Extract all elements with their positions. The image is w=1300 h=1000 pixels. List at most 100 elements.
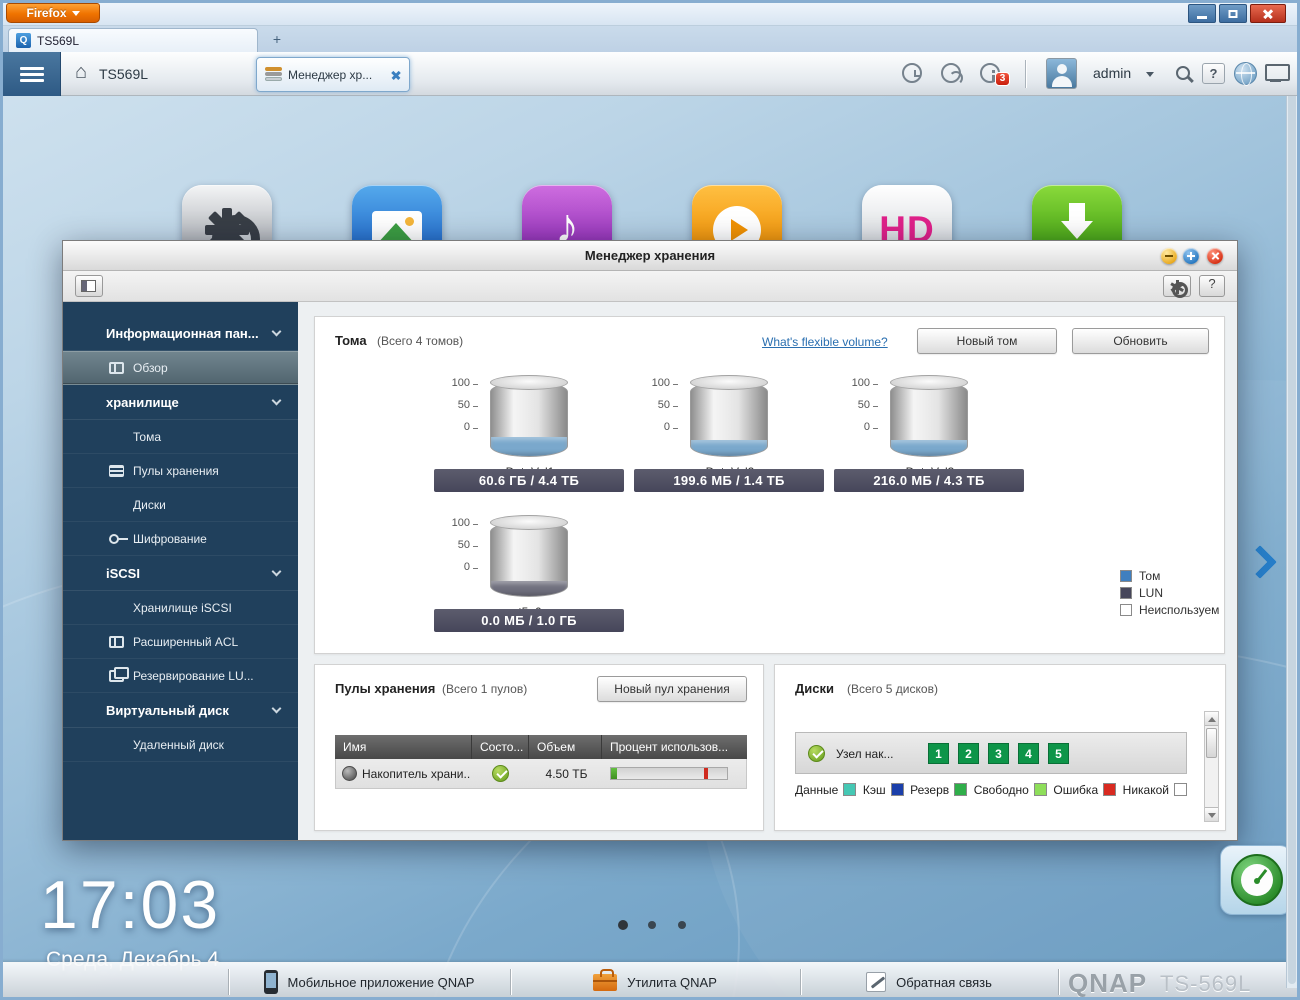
avatar[interactable] (1046, 58, 1077, 89)
disk-slot-1[interactable]: 1 (928, 743, 949, 764)
window-minimize-button[interactable] (1161, 248, 1177, 264)
clock-icon (902, 63, 922, 83)
column-size: Объем (529, 735, 602, 759)
qnap-topbar: TS569L Менеджер хр... 3 admin ? (3, 52, 1297, 96)
sidebar-section-virtual-disk[interactable]: Виртуальный диск (63, 693, 298, 728)
disk-slot-2[interactable]: 2 (958, 743, 979, 764)
app-tab-close-icon[interactable] (390, 69, 402, 81)
disks-title: Диски (795, 681, 834, 696)
column-status: Состо... (472, 735, 529, 759)
settings-button[interactable] (1163, 275, 1191, 298)
scrollbar[interactable] (1204, 711, 1219, 822)
pager-dot[interactable] (648, 921, 656, 929)
scrollbar-thumb[interactable] (1206, 728, 1217, 758)
sidebar-item-iscsi-storage[interactable]: Хранилище iSCSI (63, 591, 298, 625)
key-icon (109, 534, 128, 544)
sidebar-item-overview[interactable]: Обзор (63, 351, 298, 385)
browser-tab-ts569l[interactable]: TS569L (8, 28, 258, 52)
sidebar-section-iscsi[interactable]: iSCSI (63, 556, 298, 591)
new-tab-button[interactable]: + (264, 30, 290, 49)
storage-manager-icon (265, 67, 282, 83)
volume-cylinder (490, 515, 568, 597)
sidebar-item-volumes[interactable]: Тома (63, 420, 298, 454)
language-globe-icon[interactable] (1234, 62, 1257, 86)
pools-table-header: Имя Состо... Объем Процент использов... (335, 735, 747, 759)
volume-capacity-badge: 60.6 ГБ / 4.4 ТБ (434, 469, 624, 492)
pencil-icon (866, 972, 887, 992)
pager-dot-active[interactable] (618, 920, 628, 930)
window-title: Менеджер хранения (584, 248, 716, 263)
user-menu[interactable]: admin (1093, 65, 1131, 81)
window-help-button[interactable]: ? (1199, 275, 1225, 297)
gear-icon (1170, 280, 1188, 298)
volume-cylinder (890, 375, 968, 457)
volumes-legend: Том LUN Неиспользуем (1120, 569, 1224, 620)
sidebar-item-disks[interactable]: Диски (63, 488, 298, 522)
disk-slot-5[interactable]: 5 (1048, 743, 1069, 764)
browser-maximize-button[interactable] (1219, 4, 1247, 23)
pools-title: Пулы хранения (335, 681, 436, 696)
new-pool-button[interactable]: Новый пул хранения (597, 676, 747, 702)
dock-item-mobile-app[interactable]: Мобильное приложение QNAP (228, 963, 510, 1000)
browser-tabbar: TS569L + (0, 26, 1300, 52)
firefox-menu-label: Firefox (26, 6, 67, 20)
legend-item-unused: Неиспользуем (1120, 603, 1224, 620)
disk-slot-3[interactable]: 3 (988, 743, 1009, 764)
refresh-button[interactable]: Обновить (1072, 328, 1209, 354)
sidebar-section-dashboard[interactable]: Информационная пан... (63, 316, 298, 351)
qnap-favicon (16, 33, 31, 48)
volume-fill (491, 581, 567, 596)
window-maximize-button[interactable] (1183, 248, 1199, 264)
browser-tab-title: TS569L (37, 34, 80, 48)
dashboard-widget-button[interactable] (1220, 845, 1292, 915)
window-close-button[interactable] (1207, 248, 1223, 264)
volume-fill (691, 439, 767, 456)
scrollbar-thumb[interactable] (1288, 54, 1296, 984)
help-button[interactable]: ? (1202, 63, 1225, 84)
flexible-volume-link[interactable]: What's flexible volume? (762, 335, 888, 349)
home-nas-name[interactable]: TS569L (99, 66, 148, 82)
sidebar-item-advanced-acl[interactable]: Расширенный ACL (63, 625, 298, 659)
desktop-clock: 17:03 (40, 867, 221, 943)
dock-item-qnap-utility[interactable]: Утилита QNAP (510, 963, 800, 1000)
scroll-up-icon[interactable] (1205, 712, 1218, 726)
sidebar-item-lun-backup[interactable]: Резервирование LU... (63, 659, 298, 693)
cylinder-rim (690, 375, 768, 390)
firefox-menu-button[interactable]: Firefox (6, 3, 100, 23)
topbar-divider (1025, 60, 1026, 88)
disks-legend: Данные Кэш Резерв Свободно Ошибка Никако… (795, 783, 1187, 797)
chevron-down-icon (271, 395, 282, 406)
sidebar-section-storage[interactable]: хранилище (63, 385, 298, 420)
phone-icon (263, 970, 278, 994)
sidebar-item-remote-disk[interactable]: Удаленный диск (63, 728, 298, 762)
external-device-icon[interactable] (940, 62, 964, 86)
new-volume-button[interactable]: Новый том (917, 328, 1057, 354)
sidebar-item-storage-pools[interactable]: Пулы хранения (63, 454, 298, 488)
panel-collapse-icon (81, 280, 96, 292)
desktop-switch-icon[interactable] (1264, 62, 1290, 84)
pool-table-row[interactable]: Накопитель храни... 4.50 ТБ (335, 759, 747, 789)
nas-model-label: TS-569L (1160, 971, 1252, 996)
legend-swatch (1120, 587, 1132, 599)
gauge-hub (1254, 878, 1260, 884)
browser-titlebar: Firefox (0, 0, 1300, 26)
search-icon[interactable] (1173, 63, 1195, 85)
browser-close-button[interactable] (1250, 4, 1286, 23)
pager-dot[interactable] (678, 921, 686, 929)
browser-scrollbar[interactable] (1286, 52, 1297, 988)
legend-swatch (1120, 570, 1132, 582)
usage-bar-fill (611, 768, 617, 779)
column-name: Имя (335, 735, 472, 759)
disk-slot-4[interactable]: 4 (1018, 743, 1039, 764)
cylinder-rim (490, 375, 568, 390)
collapse-sidebar-button[interactable] (75, 275, 103, 297)
dock-item-feedback[interactable]: Обратная связь (800, 963, 1058, 1000)
scroll-down-icon[interactable] (1205, 807, 1218, 821)
browser-minimize-button[interactable] (1188, 4, 1216, 23)
pool-icon (109, 465, 124, 477)
maximize-icon (1228, 9, 1238, 18)
main-menu-button[interactable] (3, 52, 61, 96)
background-tasks-icon[interactable] (901, 62, 925, 86)
open-app-tab-storage-manager[interactable]: Менеджер хр... (256, 57, 410, 92)
sidebar-item-encryption[interactable]: Шифрование (63, 522, 298, 556)
